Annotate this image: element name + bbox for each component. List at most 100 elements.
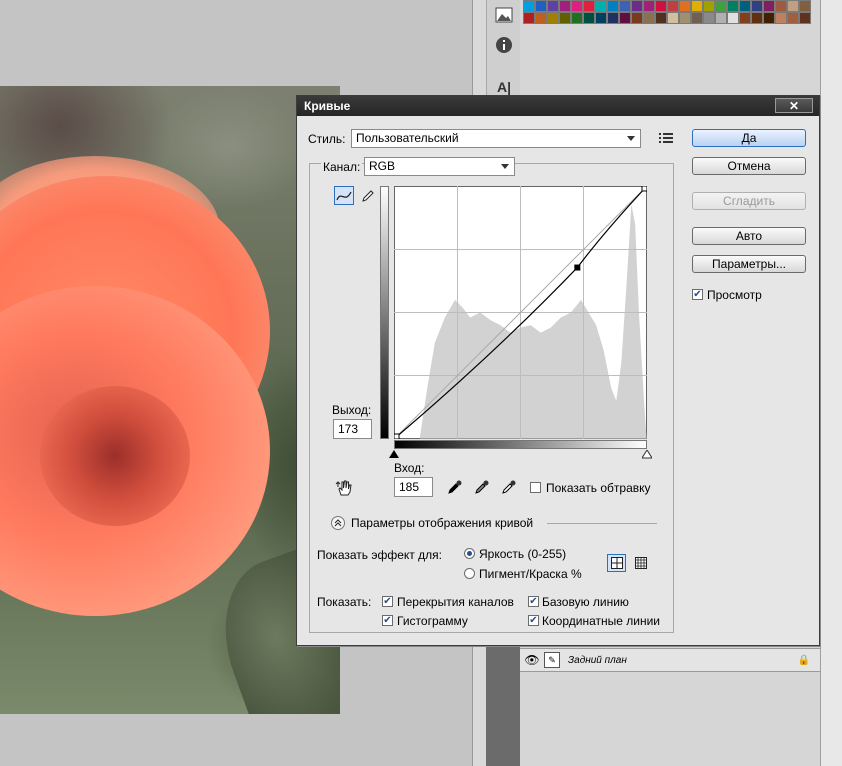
show-clipping-checkbox[interactable]: [530, 482, 541, 493]
dialog-titlebar[interactable]: Кривые ✕: [297, 96, 819, 116]
color-swatch[interactable]: [655, 12, 667, 24]
on-image-adjust-icon[interactable]: [334, 479, 354, 497]
color-swatch[interactable]: [667, 0, 679, 12]
dialog-title: Кривые: [304, 99, 351, 113]
output-label: Выход:: [332, 403, 372, 417]
close-button[interactable]: ✕: [775, 98, 813, 113]
color-swatch[interactable]: [523, 12, 535, 24]
curve-point-selected[interactable]: [574, 264, 581, 271]
color-swatch[interactable]: [751, 12, 763, 24]
color-swatch[interactable]: [667, 12, 679, 24]
smooth-button[interactable]: Сгладить: [692, 192, 806, 210]
output-field[interactable]: 173: [333, 419, 372, 439]
pencil-tool-icon[interactable]: [358, 187, 378, 205]
preview-checkbox[interactable]: ✔: [692, 289, 703, 300]
color-swatch[interactable]: [703, 12, 715, 24]
rose-photo: [0, 86, 340, 714]
collapse-chevron-icon[interactable]: [331, 516, 345, 530]
color-swatch[interactable]: [691, 0, 703, 12]
color-swatch[interactable]: [691, 12, 703, 24]
baseline-checkbox[interactable]: ✔: [528, 596, 539, 607]
black-point-slider[interactable]: [389, 450, 399, 459]
color-swatch[interactable]: [679, 0, 691, 12]
pigment-label: Пигмент/Краска %: [479, 567, 582, 581]
color-swatch[interactable]: [535, 12, 547, 24]
color-swatch[interactable]: [571, 0, 583, 12]
color-swatch[interactable]: [715, 12, 727, 24]
color-swatch[interactable]: [715, 0, 727, 12]
channel-label: Канал:: [321, 160, 363, 174]
black-point-eyedropper-icon[interactable]: [445, 478, 465, 496]
color-swatch[interactable]: [547, 0, 559, 12]
cancel-button[interactable]: Отмена: [692, 157, 806, 175]
color-swatch[interactable]: [799, 0, 811, 12]
options-button[interactable]: Параметры...: [692, 255, 806, 273]
color-swatch[interactable]: [763, 12, 775, 24]
navigator-panel-icon[interactable]: [492, 4, 516, 26]
color-swatch[interactable]: [775, 0, 787, 12]
auto-button[interactable]: Авто: [692, 227, 806, 245]
color-swatch[interactable]: [595, 12, 607, 24]
color-swatch[interactable]: [559, 0, 571, 12]
style-preset-select[interactable]: Пользовательский: [351, 129, 641, 148]
input-field[interactable]: 185: [394, 477, 433, 497]
layer-name: Задний план: [568, 654, 627, 666]
right-panel-scrollbar[interactable]: [820, 0, 842, 766]
curve-point-black[interactable]: [394, 433, 400, 439]
pigment-radio[interactable]: [464, 568, 475, 579]
color-swatch[interactable]: [763, 0, 775, 12]
color-swatch[interactable]: [655, 0, 667, 12]
input-gradient-bar: [394, 440, 647, 449]
grid-detailed-icon[interactable]: [631, 554, 651, 572]
layer-row-background[interactable]: 👁 ✎ Задний план 🔒: [520, 648, 820, 672]
color-swatch[interactable]: [583, 0, 595, 12]
layer-visibility-eye-icon[interactable]: 👁: [520, 653, 544, 667]
color-swatch[interactable]: [751, 0, 763, 12]
light-label: Яркость (0-255): [479, 547, 567, 561]
color-swatch[interactable]: [679, 12, 691, 24]
preset-menu-icon[interactable]: [656, 129, 676, 147]
curve-tool-icon[interactable]: [334, 186, 354, 205]
info-panel-icon[interactable]: [492, 34, 516, 56]
grid-simple-icon[interactable]: [607, 554, 626, 572]
color-swatch[interactable]: [523, 0, 535, 12]
color-swatch[interactable]: [799, 12, 811, 24]
color-swatch[interactable]: [739, 12, 751, 24]
color-swatch[interactable]: [535, 0, 547, 12]
channel-select[interactable]: RGB: [364, 157, 515, 176]
color-swatch[interactable]: [583, 12, 595, 24]
curve-point-white[interactable]: [641, 186, 647, 192]
color-swatch[interactable]: [727, 0, 739, 12]
gray-point-eyedropper-icon[interactable]: [472, 478, 492, 496]
color-swatch[interactable]: [607, 0, 619, 12]
color-swatch[interactable]: [643, 0, 655, 12]
curve-graph[interactable]: [394, 186, 647, 439]
color-swatch[interactable]: [703, 0, 715, 12]
show-clipping-label: Показать обтравку: [546, 481, 651, 495]
color-swatch[interactable]: [787, 12, 799, 24]
histogram-checkbox[interactable]: ✔: [382, 615, 393, 626]
channel-overlays-checkbox[interactable]: ✔: [382, 596, 393, 607]
white-point-eyedropper-icon[interactable]: [499, 478, 519, 496]
color-swatch[interactable]: [547, 12, 559, 24]
light-radio[interactable]: [464, 548, 475, 559]
output-gradient-bar: [380, 186, 389, 439]
color-swatch[interactable]: [619, 0, 631, 12]
color-swatch[interactable]: [631, 12, 643, 24]
intersection-line-checkbox[interactable]: ✔: [528, 615, 539, 626]
color-swatch[interactable]: [619, 12, 631, 24]
color-swatch[interactable]: [631, 0, 643, 12]
color-swatch[interactable]: [643, 12, 655, 24]
color-swatch[interactable]: [595, 0, 607, 12]
color-swatch[interactable]: [559, 12, 571, 24]
ok-button[interactable]: Да: [692, 129, 806, 147]
color-swatch[interactable]: [775, 12, 787, 24]
color-swatch[interactable]: [787, 0, 799, 12]
layer-thumbnail: ✎: [544, 652, 560, 668]
color-swatch[interactable]: [739, 0, 751, 12]
white-point-slider[interactable]: [642, 450, 652, 459]
panel-dock-dark: [486, 640, 520, 766]
color-swatch[interactable]: [727, 12, 739, 24]
color-swatch[interactable]: [571, 12, 583, 24]
color-swatch[interactable]: [607, 12, 619, 24]
